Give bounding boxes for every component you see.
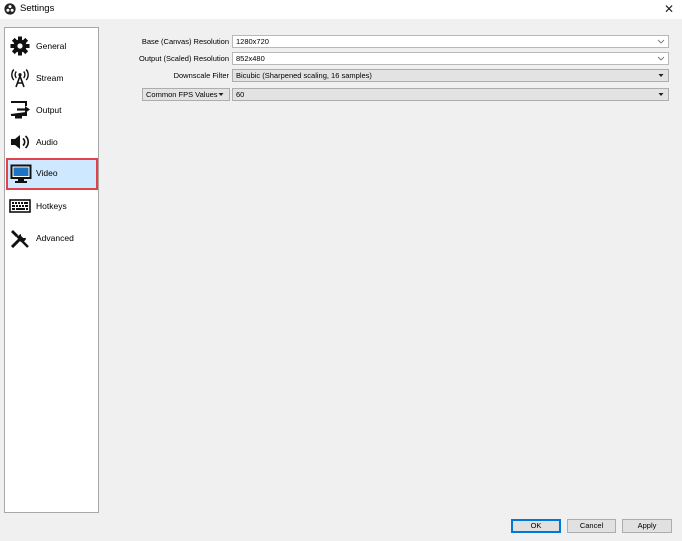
title-bar: Settings ✕ <box>0 0 682 19</box>
sidebar-item-label: Hotkeys <box>36 201 67 211</box>
downscale-filter-label: Downscale Filter <box>173 71 229 80</box>
fps-type-label: Common FPS Values <box>146 90 218 99</box>
downscale-filter-value: Bicubic (Sharpened scaling, 16 samples) <box>236 71 372 80</box>
caret-down-icon <box>658 93 664 96</box>
base-resolution-value: 1280x720 <box>236 37 269 46</box>
speaker-icon <box>11 135 30 149</box>
fps-type-select[interactable]: Common FPS Values <box>142 88 230 101</box>
chevron-down-icon <box>657 39 665 44</box>
keyboard-icon <box>9 199 31 213</box>
downscale-filter-row: Downscale Filter Bicubic (Sharpened scal… <box>0 69 682 82</box>
base-resolution-combo[interactable]: 1280x720 <box>232 35 669 48</box>
sidebar-item-video[interactable]: Video <box>6 158 98 190</box>
fps-row: Common FPS Values 60 <box>0 88 682 101</box>
close-button[interactable]: ✕ <box>662 1 676 17</box>
output-resolution-row: Output (Scaled) Resolution 852x480 <box>0 52 682 65</box>
output-resolution-value: 852x480 <box>236 54 265 63</box>
apply-button[interactable]: Apply <box>622 519 672 533</box>
output-resolution-label: Output (Scaled) Resolution <box>138 54 229 63</box>
cancel-button[interactable]: Cancel <box>567 519 616 533</box>
downscale-filter-select[interactable]: Bicubic (Sharpened scaling, 16 samples) <box>232 69 669 82</box>
sidebar-item-label: Output <box>36 105 62 115</box>
ok-button[interactable]: OK <box>511 519 561 533</box>
fps-value-select[interactable]: 60 <box>232 88 669 101</box>
monitor-icon <box>10 164 32 183</box>
sidebar-item-label: Advanced <box>36 233 74 243</box>
obs-logo-icon <box>4 3 16 15</box>
sidebar-item-audio[interactable]: Audio <box>6 127 98 157</box>
base-resolution-row: Base (Canvas) Resolution 1280x720 <box>0 35 682 48</box>
output-monitor-arrow-icon <box>10 101 30 119</box>
output-resolution-combo[interactable]: 852x480 <box>232 52 669 65</box>
sidebar-item-hotkeys[interactable]: Hotkeys <box>6 191 98 221</box>
sidebar-item-label: Video <box>36 168 58 178</box>
caret-down-icon <box>658 74 664 77</box>
caret-down-icon <box>218 93 224 96</box>
chevron-down-icon <box>657 56 665 61</box>
tools-icon <box>10 230 29 248</box>
base-resolution-label: Base (Canvas) Resolution <box>141 37 229 46</box>
fps-value: 60 <box>236 90 245 99</box>
sidebar-item-label: Audio <box>36 137 58 147</box>
sidebar-item-advanced[interactable]: Advanced <box>6 223 98 253</box>
window-title: Settings <box>20 3 55 14</box>
